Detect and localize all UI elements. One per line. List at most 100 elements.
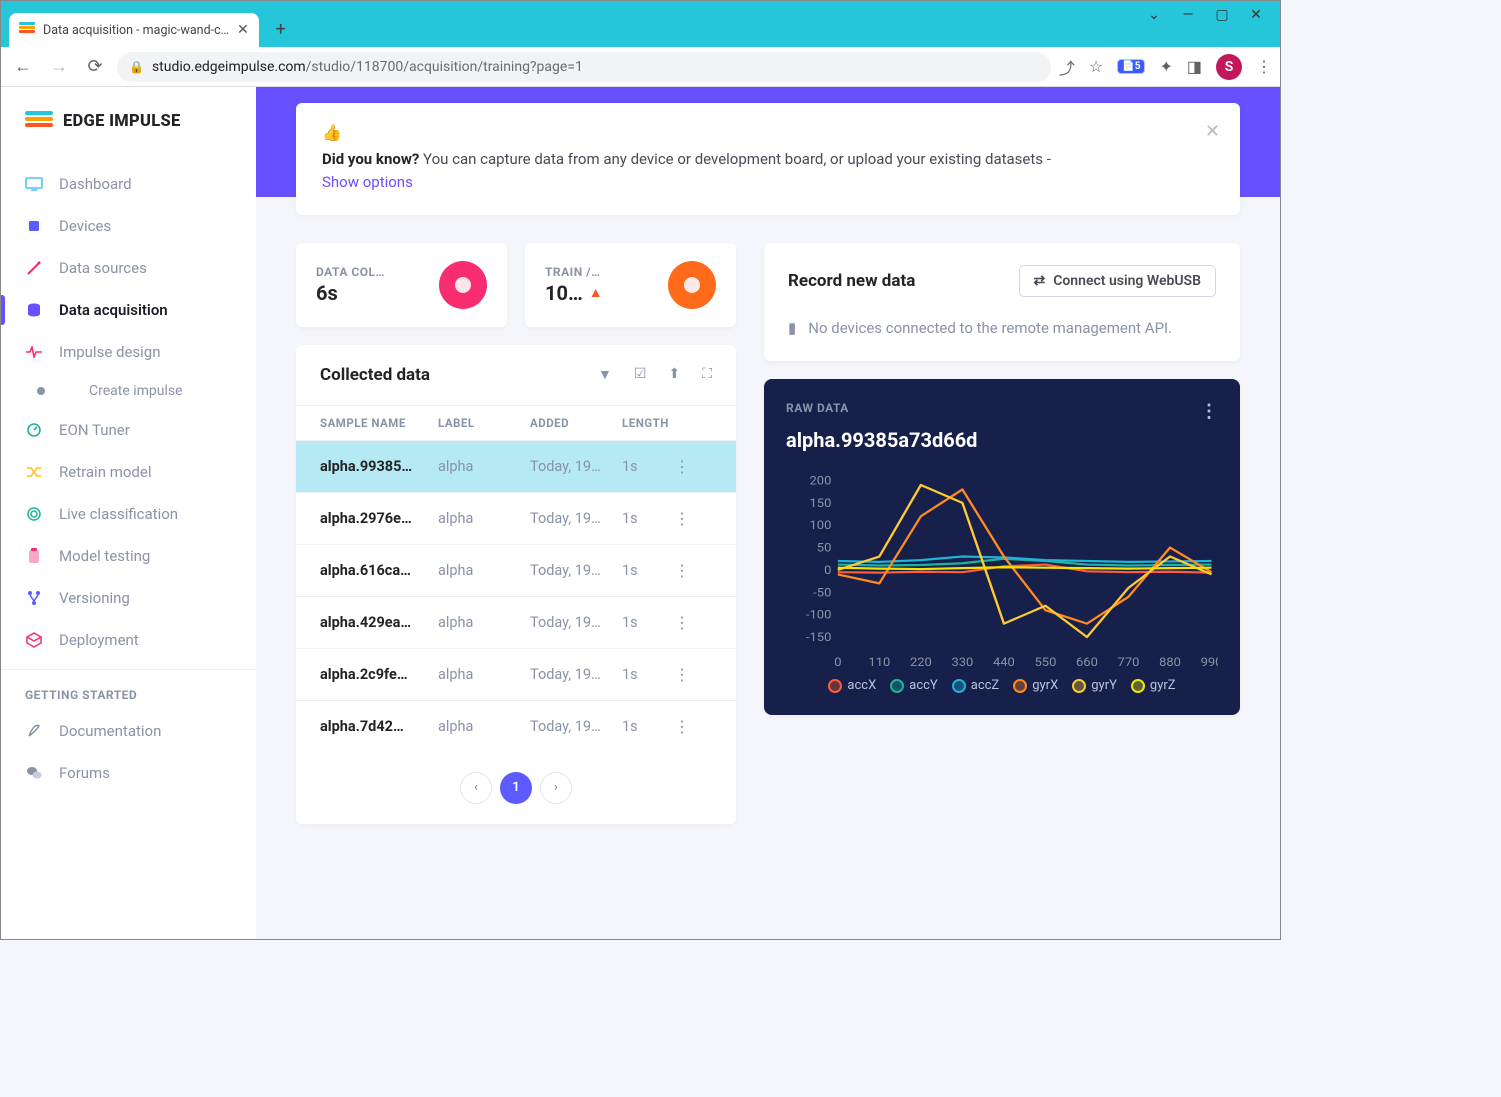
row-menu-icon[interactable]: ⋮ [674,665,690,684]
clipboard-icon [25,547,43,565]
favicon [19,22,35,38]
lock-icon: 🔒 [129,60,144,74]
select-icon[interactable]: ☑ [634,366,647,383]
page-prev-button[interactable]: ‹ [460,772,492,804]
row-menu-icon[interactable]: ⋮ [674,717,690,736]
svg-text:440: 440 [993,655,1015,669]
window-titlebar: Data acquisition - magic-wand-c… ✕ + ⌄ —… [1,1,1280,47]
window-minimize-icon[interactable]: — [1180,7,1196,23]
share-icon[interactable]: ⤴ [1059,55,1075,79]
page-current[interactable]: 1 [500,772,532,804]
wand-icon [25,259,43,277]
table-row[interactable]: alpha.7d42…alphaToday, 19…1s⋮ [296,701,736,752]
extension-badge[interactable]: 📄5 [1117,59,1145,74]
banner-body: You can capture data from any device or … [423,150,1051,168]
filter-icon[interactable]: ▼ [598,366,612,383]
record-title: Record new data [788,271,915,291]
row-menu-icon[interactable]: ⋮ [674,457,690,476]
svg-text:770: 770 [1118,655,1140,669]
row-menu-icon[interactable]: ⋮ [674,561,690,580]
donut-chart-icon [439,261,487,309]
svg-text:50: 50 [817,541,832,555]
back-button[interactable]: ← [9,53,37,81]
menu-icon[interactable]: ⋮ [1256,57,1272,76]
legend-item[interactable]: accY [890,678,938,693]
raw-title: alpha.99385a73d66d [786,428,1218,452]
svg-text:330: 330 [951,655,973,669]
table-row[interactable]: alpha.2c9fe…alphaToday, 19…1s⋮ [296,649,736,701]
sidebar-item-deployment[interactable]: Deployment [1,619,256,661]
legend-item[interactable]: accX [828,678,876,693]
device-icon: ▮ [788,317,796,340]
sidebar-item-retrain[interactable]: Retrain model [1,451,256,493]
chat-icon [25,764,43,782]
sidepanel-icon[interactable]: ◨ [1187,57,1202,76]
url-text: studio.edgeimpulse.com/studio/118700/acq… [152,59,1039,75]
pagination: ‹ 1 › [296,752,736,824]
banner-close-icon[interactable]: ✕ [1205,121,1220,142]
forward-button[interactable]: → [45,53,73,81]
legend-item[interactable]: accZ [952,678,999,693]
sidebar-item-documentation[interactable]: Documentation [1,710,256,752]
tab-close-icon[interactable]: ✕ [237,22,249,38]
svg-text:200: 200 [810,474,832,488]
upload-icon[interactable]: ⬆ [668,366,680,383]
sidebar-item-model-testing[interactable]: Model testing [1,535,256,577]
table-row[interactable]: alpha.429ea…alphaToday, 19…1s⋮ [296,597,736,649]
panel-title: Collected data [320,365,430,385]
record-new-data-panel: Record new data ⇄ Connect using WebUSB ▮… [764,243,1240,362]
browser-tab[interactable]: Data acquisition - magic-wand-c… ✕ [9,13,259,47]
svg-text:550: 550 [1035,655,1057,669]
expand-icon[interactable]: ⛶ [702,366,712,383]
bullet-icon [37,387,45,395]
thumbs-up-icon: 👍 [322,123,1214,142]
row-menu-icon[interactable]: ⋮ [674,509,690,528]
url-input[interactable]: 🔒 studio.edgeimpulse.com/studio/118700/a… [117,52,1051,82]
window-chevron-icon[interactable]: ⌄ [1146,7,1162,23]
show-options-link[interactable]: Show options [322,173,413,191]
svg-text:-50: -50 [813,586,831,600]
connect-webusb-button[interactable]: ⇄ Connect using WebUSB [1019,265,1217,297]
sidebar-sub-create-impulse[interactable]: Create impulse [1,373,256,409]
row-menu-icon[interactable]: ⋮ [674,613,690,632]
sidebar-item-devices[interactable]: Devices [1,205,256,247]
pulse-icon [25,343,43,361]
table-row[interactable]: alpha.2976e…alphaToday, 19…1s⋮ [296,493,736,545]
profile-avatar[interactable]: S [1216,54,1242,80]
legend-item[interactable]: gyrY [1072,678,1117,693]
sidebar-item-data-acquisition[interactable]: Data acquisition [1,289,256,331]
raw-menu-icon[interactable]: ⋮ [1200,401,1218,422]
svg-text:880: 880 [1159,655,1181,669]
donut-chart-icon [668,261,716,309]
page-next-button[interactable]: › [540,772,572,804]
sidebar-item-live-classification[interactable]: Live classification [1,493,256,535]
chip-icon [25,217,43,235]
reload-button[interactable]: ⟳ [81,53,109,81]
warning-icon: ▲ [589,284,603,301]
logo-icon [25,111,53,131]
logo[interactable]: EDGE IMPULSE [1,111,256,163]
legend-item[interactable]: gyrZ [1131,678,1176,693]
extensions-icon[interactable]: ✦ [1159,57,1172,76]
sidebar-item-data-sources[interactable]: Data sources [1,247,256,289]
address-bar: ← → ⟳ 🔒 studio.edgeimpulse.com/studio/11… [1,47,1280,87]
new-tab-button[interactable]: + [267,15,295,43]
legend-item[interactable]: gyrX [1013,678,1058,693]
sidebar-item-impulse-design[interactable]: Impulse design [1,331,256,373]
window-maximize-icon[interactable]: ▢ [1214,7,1230,23]
sidebar-item-eon-tuner[interactable]: EON Tuner [1,409,256,451]
svg-text:110: 110 [868,655,890,669]
bookmark-icon[interactable]: ☆ [1089,57,1103,76]
usb-icon: ⇄ [1034,273,1046,289]
table-row[interactable]: alpha.99385…alphaToday, 19…1s⋮ [296,441,736,493]
window-controls: ⌄ — ▢ ✕ [1146,1,1280,23]
sidebar-item-versioning[interactable]: Versioning [1,577,256,619]
stat-train-test-split: TRAIN /… 10…▲ [525,243,736,327]
sidebar-item-dashboard[interactable]: Dashboard [1,163,256,205]
collected-data-panel: Collected data ▼ ☑ ⬆ ⛶ SAMPLE NAME [296,345,736,824]
table-row[interactable]: alpha.616ca…alphaToday, 19…1s⋮ [296,545,736,597]
raw-data-panel: RAW DATA ⋮ alpha.99385a73d66d 2001501005… [764,379,1240,715]
window-close-icon[interactable]: ✕ [1248,7,1264,23]
sidebar-item-forums[interactable]: Forums [1,752,256,794]
banner-heading: Did you know? [322,150,419,168]
